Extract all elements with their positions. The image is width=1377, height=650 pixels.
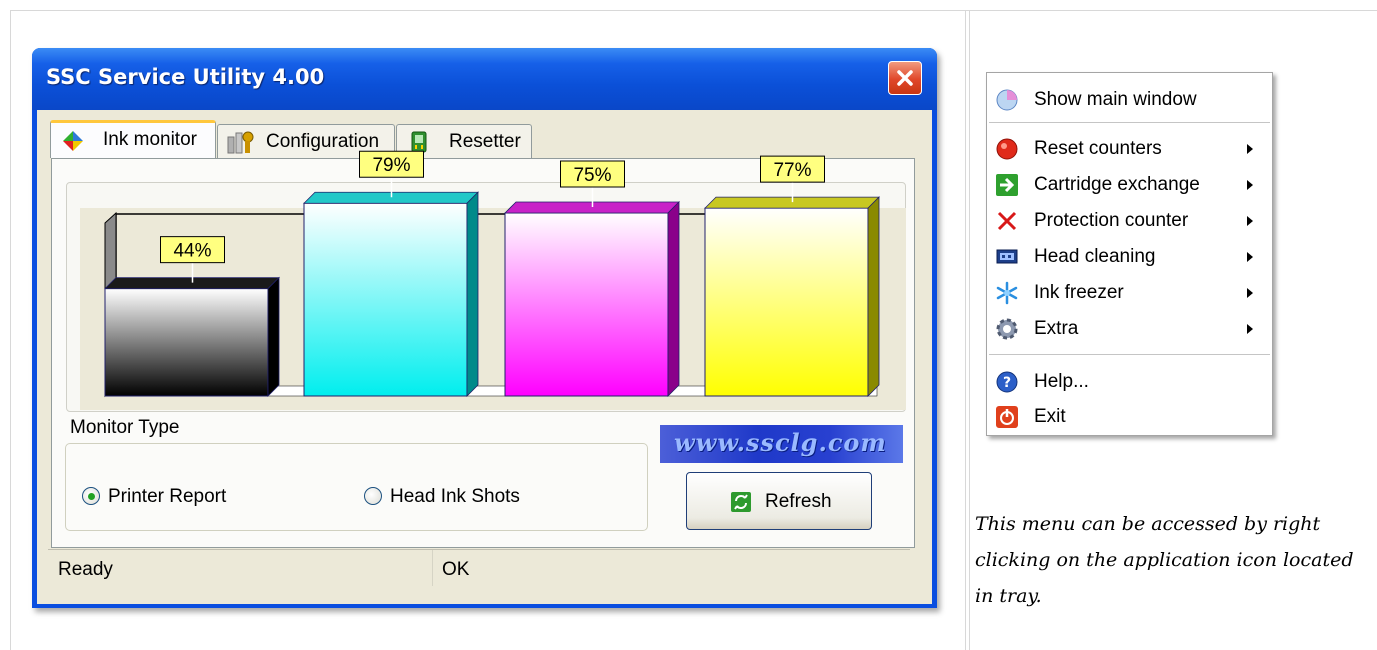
radio-label: Printer Report [108,486,227,507]
logo-text: www.ssclg.com [674,428,887,457]
submenu-arrow-icon [1247,252,1253,262]
submenu-arrow-icon [1247,324,1253,334]
window-icon [996,89,1018,111]
submenu-arrow-icon [1247,216,1253,226]
red-x-icon [997,211,1017,231]
snowflake-icon [996,281,1018,305]
bar-side-yellow [867,196,880,397]
menu-item-label: Protection counter [1034,210,1189,231]
menu-item-help[interactable]: ? Help... [987,365,1272,399]
data-label: 44% [173,241,211,262]
menu-item-label: Reset counters [1034,138,1162,159]
bar-side-black [267,276,280,397]
menu-separator [989,122,1270,123]
bar-side-cyan [466,191,479,397]
refresh-label: Refresh [765,491,832,512]
gear-icon [996,318,1018,340]
bar-magenta [504,212,669,397]
status-bar: Ready OK [48,549,910,586]
svg-text:?: ? [1003,375,1011,391]
menu-item-extra[interactable]: Extra [987,312,1272,346]
print-head-icon [996,249,1018,264]
submenu-arrow-icon [1247,144,1253,154]
status-cell-secondary: OK [432,550,910,586]
menu-item-cartridge-exchange[interactable]: Cartridge exchange [987,168,1272,202]
menu-separator [989,354,1270,355]
bar-black [104,288,269,397]
menu-item-label: Show main window [1034,89,1197,110]
menu-item-protection-counter[interactable]: Protection counter [987,204,1272,238]
menu-item-label: Help... [1034,371,1089,392]
status-cell-main: Ready [48,550,433,586]
radio-dot [88,493,95,500]
tray-context-menu: Show main window Reset counters Cartridg… [986,72,1273,436]
menu-item-reset-counters[interactable]: Reset counters [987,132,1272,166]
menu-item-label: Cartridge exchange [1034,174,1200,195]
green-arrow-icon [996,174,1018,196]
column-divider [965,10,966,650]
tab-ink-monitor[interactable]: Ink monitor [50,120,216,158]
submenu-arrow-icon [1247,180,1253,190]
red-circle-icon [996,138,1018,160]
monitor-type-label: Monitor Type [70,417,180,438]
bar-side-magenta [667,201,680,397]
data-label: 75% [573,165,611,186]
power-icon [996,406,1018,428]
status-text: Ready [58,559,113,580]
menu-description-note: This menu can be accessed by right click… [975,513,1354,607]
menu-item-label: Head cleaning [1034,246,1156,267]
column-divider-2 [969,10,970,650]
ink-drops-icon [63,131,83,151]
refresh-button[interactable]: Refresh [686,472,872,530]
data-label: 79% [372,155,410,176]
tab-label: Ink monitor [103,129,197,150]
radio-circle [364,487,382,505]
status-text: OK [442,559,470,580]
bar-cyan [303,202,468,397]
menu-item-ink-freezer[interactable]: Ink freezer [987,276,1272,310]
menu-item-label: Exit [1034,406,1066,427]
menu-item-show-main-window[interactable]: Show main window [987,83,1272,117]
ink-level-chart: 44% 79% 75% 77% [80,150,906,410]
menu-item-head-cleaning[interactable]: Head cleaning [987,240,1272,274]
website-logo[interactable]: www.ssclg.com [660,425,903,463]
help-icon: ? [996,371,1018,393]
radio-circle [82,487,100,505]
bar-yellow [704,207,869,397]
data-label: 77% [773,160,811,181]
menu-item-label: Extra [1034,318,1079,339]
submenu-arrow-icon [1247,288,1253,298]
menu-item-exit[interactable]: Exit [987,400,1272,434]
refresh-icon [731,492,751,512]
menu-item-label: Ink freezer [1034,282,1124,303]
radio-label: Head Ink Shots [390,486,520,507]
